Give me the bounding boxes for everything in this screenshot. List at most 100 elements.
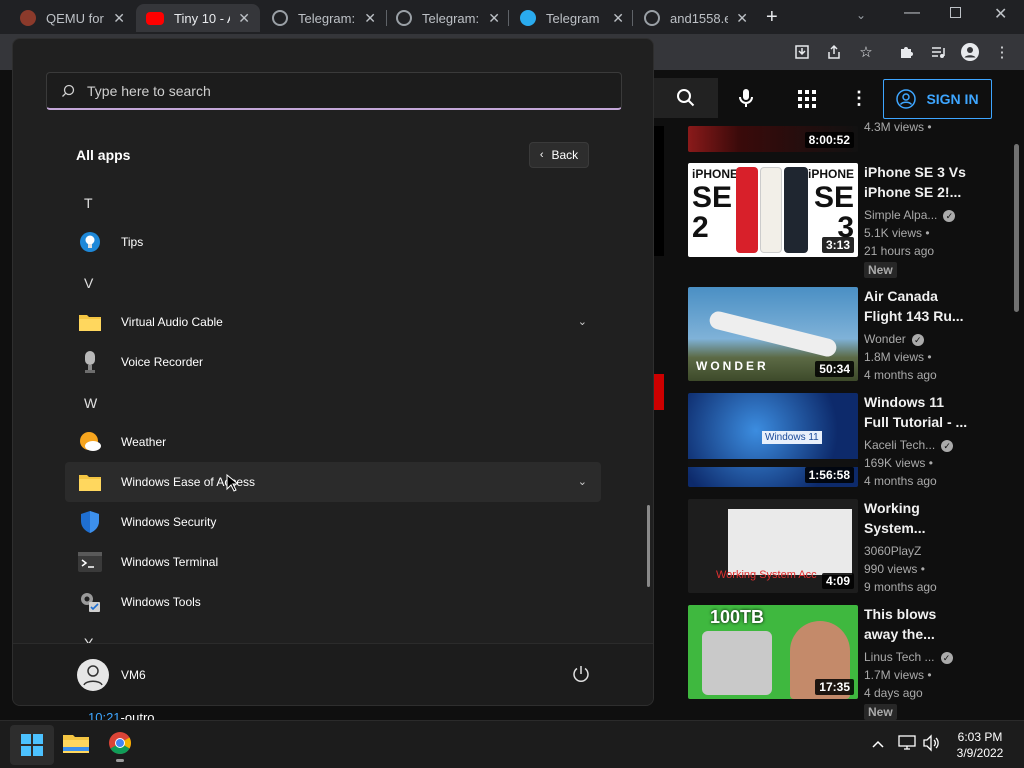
chevron-up-icon[interactable] <box>872 735 884 751</box>
app-weather[interactable]: Weather <box>65 422 601 462</box>
video-thumbnail[interactable]: iPHONE SE 2 iPHONE SE 3 3:13 <box>688 163 858 257</box>
video-title[interactable]: This blows away the... <box>864 604 1004 644</box>
letter-header-t[interactable]: T <box>84 195 93 211</box>
back-button[interactable]: ‹ Back <box>529 142 589 168</box>
new-tab-icon[interactable]: + <box>766 6 778 29</box>
app-tips[interactable]: Tips <box>65 222 601 262</box>
video-channel[interactable]: Simple Alpa... ✓ <box>864 206 956 224</box>
video-age: 9 months ago <box>864 580 937 594</box>
apps-grid-icon[interactable] <box>798 90 816 113</box>
media-queue-icon[interactable] <box>928 42 948 62</box>
close-icon[interactable]: ✕ <box>612 10 624 27</box>
verified-check-icon: ✓ <box>943 209 956 222</box>
extensions-puzzle-icon[interactable] <box>896 42 916 62</box>
folder-icon <box>77 469 103 495</box>
tab-telegram-3[interactable]: Telegram D ✕ <box>510 4 634 32</box>
video-views: 5.1K views • <box>864 226 930 240</box>
video-views: 4.3M views • <box>864 120 932 134</box>
restore-icon[interactable] <box>950 7 961 18</box>
all-apps-heading: All apps <box>76 147 131 163</box>
bookmark-star-icon[interactable]: ☆ <box>856 42 876 62</box>
tab-telegram-2[interactable]: Telegram: C ✕ <box>386 4 510 32</box>
volume-icon[interactable] <box>922 734 940 757</box>
tab-youtube-active[interactable]: Tiny 10 - A ✕ <box>136 4 260 32</box>
app-windows-security[interactable]: Windows Security <box>65 502 601 542</box>
tab-search-chevron-icon[interactable]: ⌄ <box>856 8 866 22</box>
globe-icon <box>272 10 288 26</box>
app-windows-terminal[interactable]: Windows Terminal <box>65 542 601 582</box>
video-thumbnail[interactable]: 8:00:52 <box>688 126 858 152</box>
user-icon <box>83 665 103 686</box>
sign-in-button[interactable]: SIGN IN <box>883 79 992 119</box>
user-avatar[interactable] <box>77 659 109 691</box>
nas-device-image <box>702 631 772 695</box>
folder-icon <box>77 309 103 335</box>
video-views: 1.7M views • <box>864 668 932 682</box>
video-channel[interactable]: 3060PlayZ <box>864 542 921 560</box>
close-icon[interactable]: ✕ <box>364 10 376 27</box>
tab-telegram-1[interactable]: Telegram: C ✕ <box>262 4 386 32</box>
app-windows-tools[interactable]: Windows Tools <box>65 582 601 622</box>
video-channel[interactable]: Wonder ✓ <box>864 330 924 348</box>
share-icon[interactable] <box>824 42 844 62</box>
video-thumbnail[interactable]: WONDER 50:34 <box>688 287 858 381</box>
taskbar: 6:03 PM 3/9/2022 <box>0 720 1024 768</box>
account-icon <box>896 89 917 109</box>
letter-header-w[interactable]: W <box>84 395 97 411</box>
letter-header-v[interactable]: V <box>84 275 93 291</box>
video-thumbnail[interactable]: 100TB 17:35 <box>688 605 858 699</box>
subscribe-button-edge <box>654 374 664 410</box>
search-icon <box>677 89 695 107</box>
shield-icon <box>77 509 103 535</box>
video-thumbnail[interactable]: Windows 11 1:56:58 <box>688 393 858 487</box>
install-app-icon[interactable] <box>792 42 812 62</box>
app-list-scrollbar[interactable] <box>647 505 650 587</box>
window-close-icon[interactable]: ✕ <box>994 4 1007 24</box>
close-icon[interactable]: ✕ <box>488 10 500 27</box>
video-thumbnail[interactable]: Working System Acc 4:09 <box>688 499 858 593</box>
chevron-down-icon[interactable]: ⌄ <box>578 315 587 328</box>
file-explorer-icon[interactable] <box>62 731 90 760</box>
tab-separator <box>508 10 509 26</box>
video-title[interactable]: Windows 11 Full Tutorial - ... <box>864 392 1004 432</box>
clock-date: 3/9/2022 <box>956 746 1004 760</box>
start-search-input[interactable]: Type here to search <box>46 72 622 110</box>
phone-red <box>736 167 758 253</box>
start-button[interactable] <box>10 725 54 765</box>
mouse-cursor <box>226 473 240 497</box>
close-icon[interactable]: ✕ <box>736 10 748 27</box>
tab-and1558[interactable]: and1558.ep ✕ <box>634 4 758 32</box>
app-voice-recorder[interactable]: Voice Recorder <box>65 342 601 382</box>
close-icon[interactable]: ✕ <box>238 10 250 27</box>
video-title[interactable]: Working System... <box>864 498 1004 538</box>
minimize-icon[interactable]: — <box>904 4 920 22</box>
telegram-icon <box>520 10 536 26</box>
chevron-down-icon[interactable]: ⌄ <box>578 475 587 488</box>
video-channel[interactable]: Kaceli Tech... ✓ <box>864 436 954 454</box>
video-title[interactable]: iPhone SE 3 Vs iPhone SE 2!... <box>864 162 1004 202</box>
power-icon[interactable] <box>571 664 591 689</box>
chrome-icon[interactable] <box>108 731 132 760</box>
verified-check-icon: ✓ <box>940 651 953 664</box>
tab-qemu[interactable]: QEMU for W ✕ <box>10 4 135 32</box>
verified-check-icon: ✓ <box>911 333 924 346</box>
youtube-favicon-icon <box>146 11 164 25</box>
chevron-left-icon: ‹ <box>539 149 544 161</box>
microphone-icon[interactable] <box>738 88 754 113</box>
app-virtual-audio-cable-folder[interactable]: Virtual Audio Cable ⌄ <box>65 302 601 342</box>
phone-midnight <box>784 167 808 253</box>
network-icon[interactable] <box>898 735 916 756</box>
video-channel[interactable]: Linus Tech ... ✓ <box>864 648 953 666</box>
close-icon[interactable]: ✕ <box>113 10 125 27</box>
profile-avatar-icon[interactable] <box>960 42 980 62</box>
clock[interactable]: 6:03 PM 3/9/2022 <box>952 729 1008 761</box>
letter-header-y[interactable]: Y <box>84 635 93 643</box>
user-name[interactable]: VM6 <box>121 668 146 682</box>
airplane-image <box>707 309 839 359</box>
page-scrollbar[interactable] <box>1014 144 1019 312</box>
video-title[interactable]: Air Canada Flight 143 Ru... <box>864 286 1004 326</box>
browser-menu-icon[interactable]: ⋮ <box>992 42 1012 62</box>
app-windows-ease-of-access-folder[interactable]: Windows Ease of Access ⌄ <box>65 462 601 502</box>
search-button[interactable] <box>654 78 718 118</box>
settings-more-icon[interactable]: ⋮ <box>850 88 868 109</box>
